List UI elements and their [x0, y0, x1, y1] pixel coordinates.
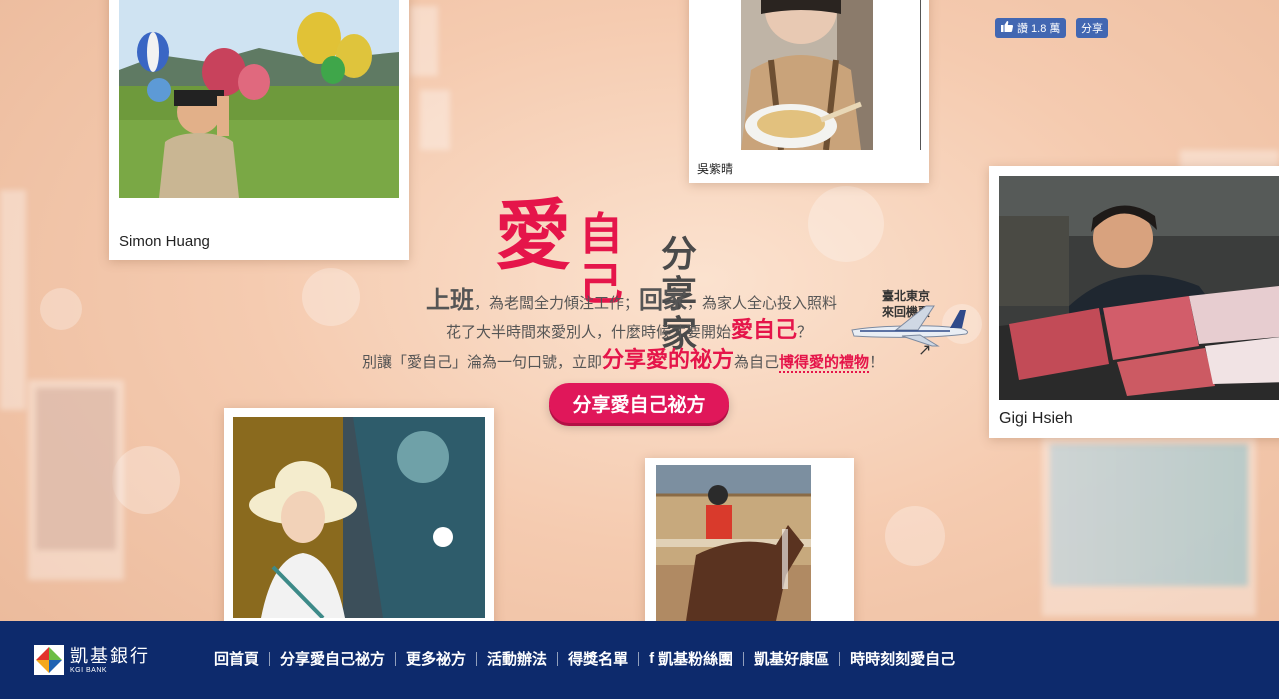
blurred-photo-card [28, 380, 124, 580]
bokeh-circle [40, 288, 82, 330]
intro-highlight: 愛自己 [731, 317, 798, 343]
intro-text: ，為家人全心投入照料 [687, 294, 838, 312]
nav-home[interactable]: 回首頁 [214, 649, 269, 669]
photo-card: Gigi Hsieh [989, 166, 1279, 438]
footer-bar: 凱基銀行 KGI BANK 回首頁 分享愛自己祕方 更多祕方 活動辦法 得獎名單… [0, 621, 1279, 699]
photo-card: 吳紫晴 [689, 0, 929, 183]
intro-text: 上班 [426, 285, 474, 314]
photo-cooking [741, 0, 873, 150]
intro-text: ？ [797, 323, 813, 341]
photo-divider [920, 0, 921, 150]
intro-line-3: 別讓「愛自己」淪為一句口號，立即分享愛的祕方為自己博得愛的禮物！ [362, 342, 884, 374]
nav-deals[interactable]: 凱基好康區 [744, 649, 839, 669]
facebook-share-button[interactable]: 分享 [1076, 18, 1108, 38]
intro-line-1: 上班，為老闆全力傾注工作；回家，為家人全心投入照料 [426, 280, 837, 315]
intro-text: 別讓「愛自己」淪為一句口號，立即 [362, 353, 603, 371]
nav-event-rules[interactable]: 活動辦法 [477, 649, 557, 669]
photo-card: Simon Huang [109, 0, 409, 260]
share-recipe-button[interactable]: 分享愛自己祕方 [549, 383, 729, 423]
nav-share-recipe[interactable]: 分享愛自己祕方 [270, 649, 395, 669]
arrow-icon: ↗ [918, 340, 932, 359]
kgi-logo-icon [34, 645, 64, 675]
intro-highlight: 分享愛的祕方 [602, 347, 735, 373]
prize-highlight: 博得愛的禮物 [779, 353, 870, 373]
logo-name: 凱基銀行 [70, 645, 150, 667]
intro-text: 回家 [639, 285, 688, 314]
intro-text: ，為老闆全力傾注工作； [474, 294, 640, 312]
photo-temple-guardian [233, 417, 485, 618]
bokeh-circle [885, 506, 945, 566]
photo-hot-air-balloons [119, 0, 399, 198]
thumbs-up-icon [1001, 21, 1014, 35]
blurred-photo-card [0, 190, 26, 410]
photo-caption: Simon Huang [119, 233, 210, 250]
intro-text: 為自己 [734, 353, 780, 371]
nav-more-recipes[interactable]: 更多祕方 [396, 649, 476, 669]
logo-subtitle: KGI BANK [70, 666, 108, 674]
nav-fan-page[interactable]: f 凱基粉絲團 [639, 649, 743, 669]
photo-card [645, 458, 854, 628]
blurred-photo-card [1042, 436, 1256, 616]
photo-horse-riding [656, 465, 811, 621]
nav-label: 凱基粉絲團 [658, 650, 734, 668]
footer-nav: 回首頁 分享愛自己祕方 更多祕方 活動辦法 得獎名單 f 凱基粉絲團 凱基好康區 … [214, 649, 965, 669]
nav-love-yourself[interactable]: 時時刻刻愛自己 [840, 649, 965, 669]
like-count: 讚 1.8 萬 [1017, 23, 1061, 35]
photo-bbq-meal [999, 176, 1279, 400]
intro-text: ！ [869, 353, 885, 371]
blurred-photo-card [410, 6, 438, 76]
bokeh-circle [808, 186, 884, 262]
nav-winners[interactable]: 得獎名單 [558, 649, 638, 669]
photo-caption: 吳紫晴 [697, 162, 734, 176]
facebook-like-button[interactable]: 讚 1.8 萬 [995, 18, 1067, 38]
blurred-photo-card [420, 90, 450, 150]
photo-caption: Gigi Hsieh [999, 410, 1073, 427]
intro-line-2: 花了大半時間來愛別人，什麼時候才要開始愛自己？ [446, 312, 812, 344]
facebook-icon: f [649, 650, 655, 667]
bokeh-circle [302, 268, 360, 326]
kgi-bank-logo[interactable]: 凱基銀行 KGI BANK [34, 645, 150, 675]
intro-text: 花了大半時間來愛別人，什麼時候才要開始 [446, 323, 732, 341]
title-love: 愛 [495, 191, 571, 280]
airplane-icon [846, 300, 972, 352]
photo-card [224, 408, 494, 628]
